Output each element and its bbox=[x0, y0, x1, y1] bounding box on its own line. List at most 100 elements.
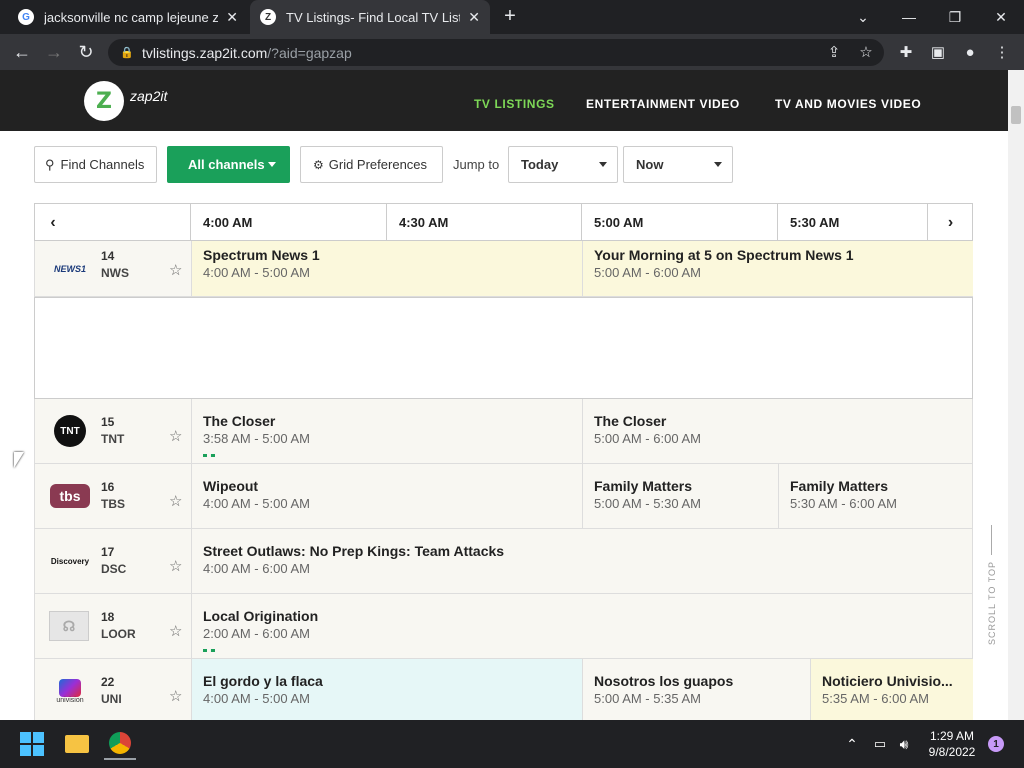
page-scrollbar[interactable] bbox=[1008, 70, 1024, 720]
program-time: 5:00 AM - 5:35 AM bbox=[594, 691, 701, 706]
zap2it-favicon-icon: Z bbox=[260, 9, 276, 25]
grid-preferences-label: Grid Preferences bbox=[328, 157, 428, 172]
program-time: 4:00 AM - 5:00 AM bbox=[203, 496, 310, 511]
program-cell[interactable]: The Closer 5:00 AM - 6:00 AM bbox=[582, 399, 973, 463]
profile-icon[interactable]: ● bbox=[958, 40, 982, 64]
share-icon[interactable]: ⇪ bbox=[822, 40, 846, 64]
channel-callsign: DSC bbox=[101, 562, 127, 576]
nav-tv-listings[interactable]: TV LISTINGS bbox=[474, 97, 555, 111]
channel-row-uni: univision 22 UNI ☆ El gordo y la flaca 4… bbox=[34, 659, 973, 720]
program-cell[interactable]: Wipeout 4:00 AM - 5:00 AM bbox=[191, 464, 582, 528]
scroll-to-top-button[interactable]: SCROLL TO TOP bbox=[982, 525, 1002, 655]
grid-preferences-button[interactable]: ⚙ Grid Preferences bbox=[300, 146, 443, 183]
chrome-icon[interactable] bbox=[104, 728, 136, 760]
program-cell[interactable]: Spectrum News 1 4:00 AM - 5:00 AM bbox=[191, 241, 582, 296]
channel-cell[interactable]: NEWS1 14 NWS ☆ bbox=[35, 241, 191, 296]
program-cell[interactable]: Family Matters 5:30 AM - 6:00 AM bbox=[778, 464, 973, 528]
logo-letter: Z bbox=[96, 88, 112, 114]
next-time-arrow-icon[interactable]: › bbox=[927, 204, 973, 241]
channel-callsign: TNT bbox=[101, 432, 125, 446]
channel-row-dsc: Discovery 17 DSC ☆ Street Outlaws: No Pr… bbox=[34, 529, 973, 594]
url-host: tvlistings.zap2it.com bbox=[142, 44, 268, 61]
program-time: 4:00 AM - 5:00 AM bbox=[203, 691, 310, 706]
channel-cell[interactable]: tbs 16 TBS ☆ bbox=[35, 464, 191, 528]
time-slot-header: 5:30 AM bbox=[777, 204, 927, 241]
close-window-button[interactable]: ✕ bbox=[978, 0, 1024, 34]
day-select[interactable]: Today bbox=[508, 146, 618, 183]
tab-tv-listings[interactable]: Z TV Listings- Find Local TV Listing ✕ bbox=[250, 0, 490, 34]
tbs-logo-text: tbs bbox=[50, 484, 90, 508]
search-icon: ⚲ bbox=[45, 156, 55, 172]
all-channels-dropdown[interactable]: All channels bbox=[167, 146, 290, 183]
bookmark-star-icon[interactable]: ☆ bbox=[854, 40, 878, 64]
program-cell[interactable]: Noticiero Univisio... 5:35 AM - 6:00 AM bbox=[810, 659, 973, 720]
program-title: Nosotros los guapos bbox=[594, 673, 734, 689]
extensions-icon[interactable]: ✚ bbox=[894, 40, 918, 64]
program-title: The Closer bbox=[203, 413, 276, 429]
program-cell[interactable]: The Closer 3:58 AM - 5:00 AM bbox=[191, 399, 582, 463]
more-options-icon[interactable] bbox=[203, 649, 215, 652]
favorite-star-icon[interactable]: ☆ bbox=[169, 492, 182, 510]
chevron-down-icon bbox=[599, 162, 607, 167]
program-cell[interactable]: El gordo y la flaca 4:00 AM - 5:00 AM bbox=[191, 659, 582, 720]
time-slot-header: 5:00 AM bbox=[581, 204, 777, 241]
program-cell[interactable]: Street Outlaws: No Prep Kings: Team Atta… bbox=[191, 529, 973, 593]
program-cell[interactable]: Local Origination 2:00 AM - 6:00 AM bbox=[191, 594, 973, 658]
time-select[interactable]: Now bbox=[623, 146, 733, 183]
tbs-logo: tbs bbox=[49, 480, 91, 512]
back-icon[interactable]: ← bbox=[10, 40, 34, 64]
program-cell[interactable]: Nosotros los guapos 5:00 AM - 5:35 AM bbox=[582, 659, 810, 720]
channel-cell[interactable]: univision 22 UNI ☆ bbox=[35, 659, 191, 720]
program-time: 2:00 AM - 6:00 AM bbox=[203, 626, 310, 641]
channel-callsign: LOOR bbox=[101, 627, 136, 641]
program-time: 5:00 AM - 6:00 AM bbox=[594, 431, 701, 446]
favorite-star-icon[interactable]: ☆ bbox=[169, 557, 182, 575]
windows-start-icon[interactable] bbox=[16, 728, 48, 760]
tab-google-search[interactable]: G jacksonville nc camp lejeune zip c ✕ bbox=[8, 0, 248, 34]
program-time: 4:00 AM - 6:00 AM bbox=[203, 561, 310, 576]
address-bar[interactable]: 🔒 tvlistings.zap2it.com/?aid=gapzap bbox=[108, 39, 884, 66]
find-channels-button[interactable]: ⚲ Find Channels bbox=[34, 146, 157, 183]
lock-icon: 🔒 bbox=[120, 47, 134, 59]
scrollbar-thumb[interactable] bbox=[1011, 106, 1021, 124]
reload-icon[interactable]: ↻ bbox=[74, 40, 98, 64]
channel-cell[interactable]: ☊ 18 LOOR ☆ bbox=[35, 594, 191, 658]
favorite-star-icon[interactable]: ☆ bbox=[169, 622, 182, 640]
program-cell[interactable]: Family Matters 5:00 AM - 5:30 AM bbox=[582, 464, 778, 528]
program-title: Family Matters bbox=[790, 478, 889, 494]
channel-placeholder-logo: ☊ bbox=[49, 611, 89, 641]
new-tab-button[interactable]: + bbox=[498, 5, 522, 29]
find-channels-label: Find Channels bbox=[60, 157, 145, 172]
jump-to-label: Jump to bbox=[453, 157, 500, 172]
channel-cell[interactable]: Discovery 17 DSC ☆ bbox=[35, 529, 191, 593]
side-panel-icon[interactable]: ▣ bbox=[926, 40, 950, 64]
menu-icon[interactable]: ⋮ bbox=[990, 40, 1014, 64]
nav-entertainment-video[interactable]: ENTERTAINMENT VIDEO bbox=[586, 97, 740, 111]
program-title: Spectrum News 1 bbox=[203, 247, 320, 263]
tab-search-icon[interactable]: ⌄ bbox=[840, 0, 886, 34]
favorite-star-icon[interactable]: ☆ bbox=[169, 261, 182, 279]
univision-logo: univision bbox=[49, 675, 91, 707]
channel-callsign: TBS bbox=[101, 497, 125, 511]
file-explorer-icon[interactable] bbox=[61, 728, 93, 760]
tnt-logo-text: TNT bbox=[54, 415, 86, 447]
zap2it-logo[interactable]: Z bbox=[84, 81, 124, 121]
program-cell[interactable]: Your Morning at 5 on Spectrum News 1 5:0… bbox=[582, 241, 973, 296]
tab-title: TV Listings- Find Local TV Listing bbox=[286, 9, 461, 25]
notification-badge[interactable]: 1 bbox=[988, 736, 1004, 752]
volume-icon[interactable]: 🔊︎ bbox=[888, 728, 920, 760]
time-select-value: Now bbox=[636, 157, 664, 172]
previous-time-arrow-icon[interactable]: ‹ bbox=[35, 204, 71, 241]
page-content: Z zap2it TV LISTINGS ENTERTAINMENT VIDEO… bbox=[0, 70, 1008, 720]
favorite-star-icon[interactable]: ☆ bbox=[169, 687, 182, 705]
channel-cell[interactable]: TNT 15 TNT ☆ bbox=[35, 399, 191, 463]
favorite-star-icon[interactable]: ☆ bbox=[169, 427, 182, 445]
system-clock[interactable]: 1:29 AM 9/8/2022 bbox=[922, 728, 982, 760]
more-options-icon[interactable] bbox=[203, 454, 215, 457]
minimize-button[interactable]: — bbox=[886, 0, 932, 34]
close-tab-icon[interactable]: ✕ bbox=[226, 9, 238, 26]
nav-tv-movies-video[interactable]: TV AND MOVIES VIDEO bbox=[775, 97, 921, 111]
forward-icon[interactable]: → bbox=[42, 40, 66, 64]
restore-button[interactable]: ❐ bbox=[932, 0, 978, 34]
close-tab-icon[interactable]: ✕ bbox=[468, 9, 480, 26]
